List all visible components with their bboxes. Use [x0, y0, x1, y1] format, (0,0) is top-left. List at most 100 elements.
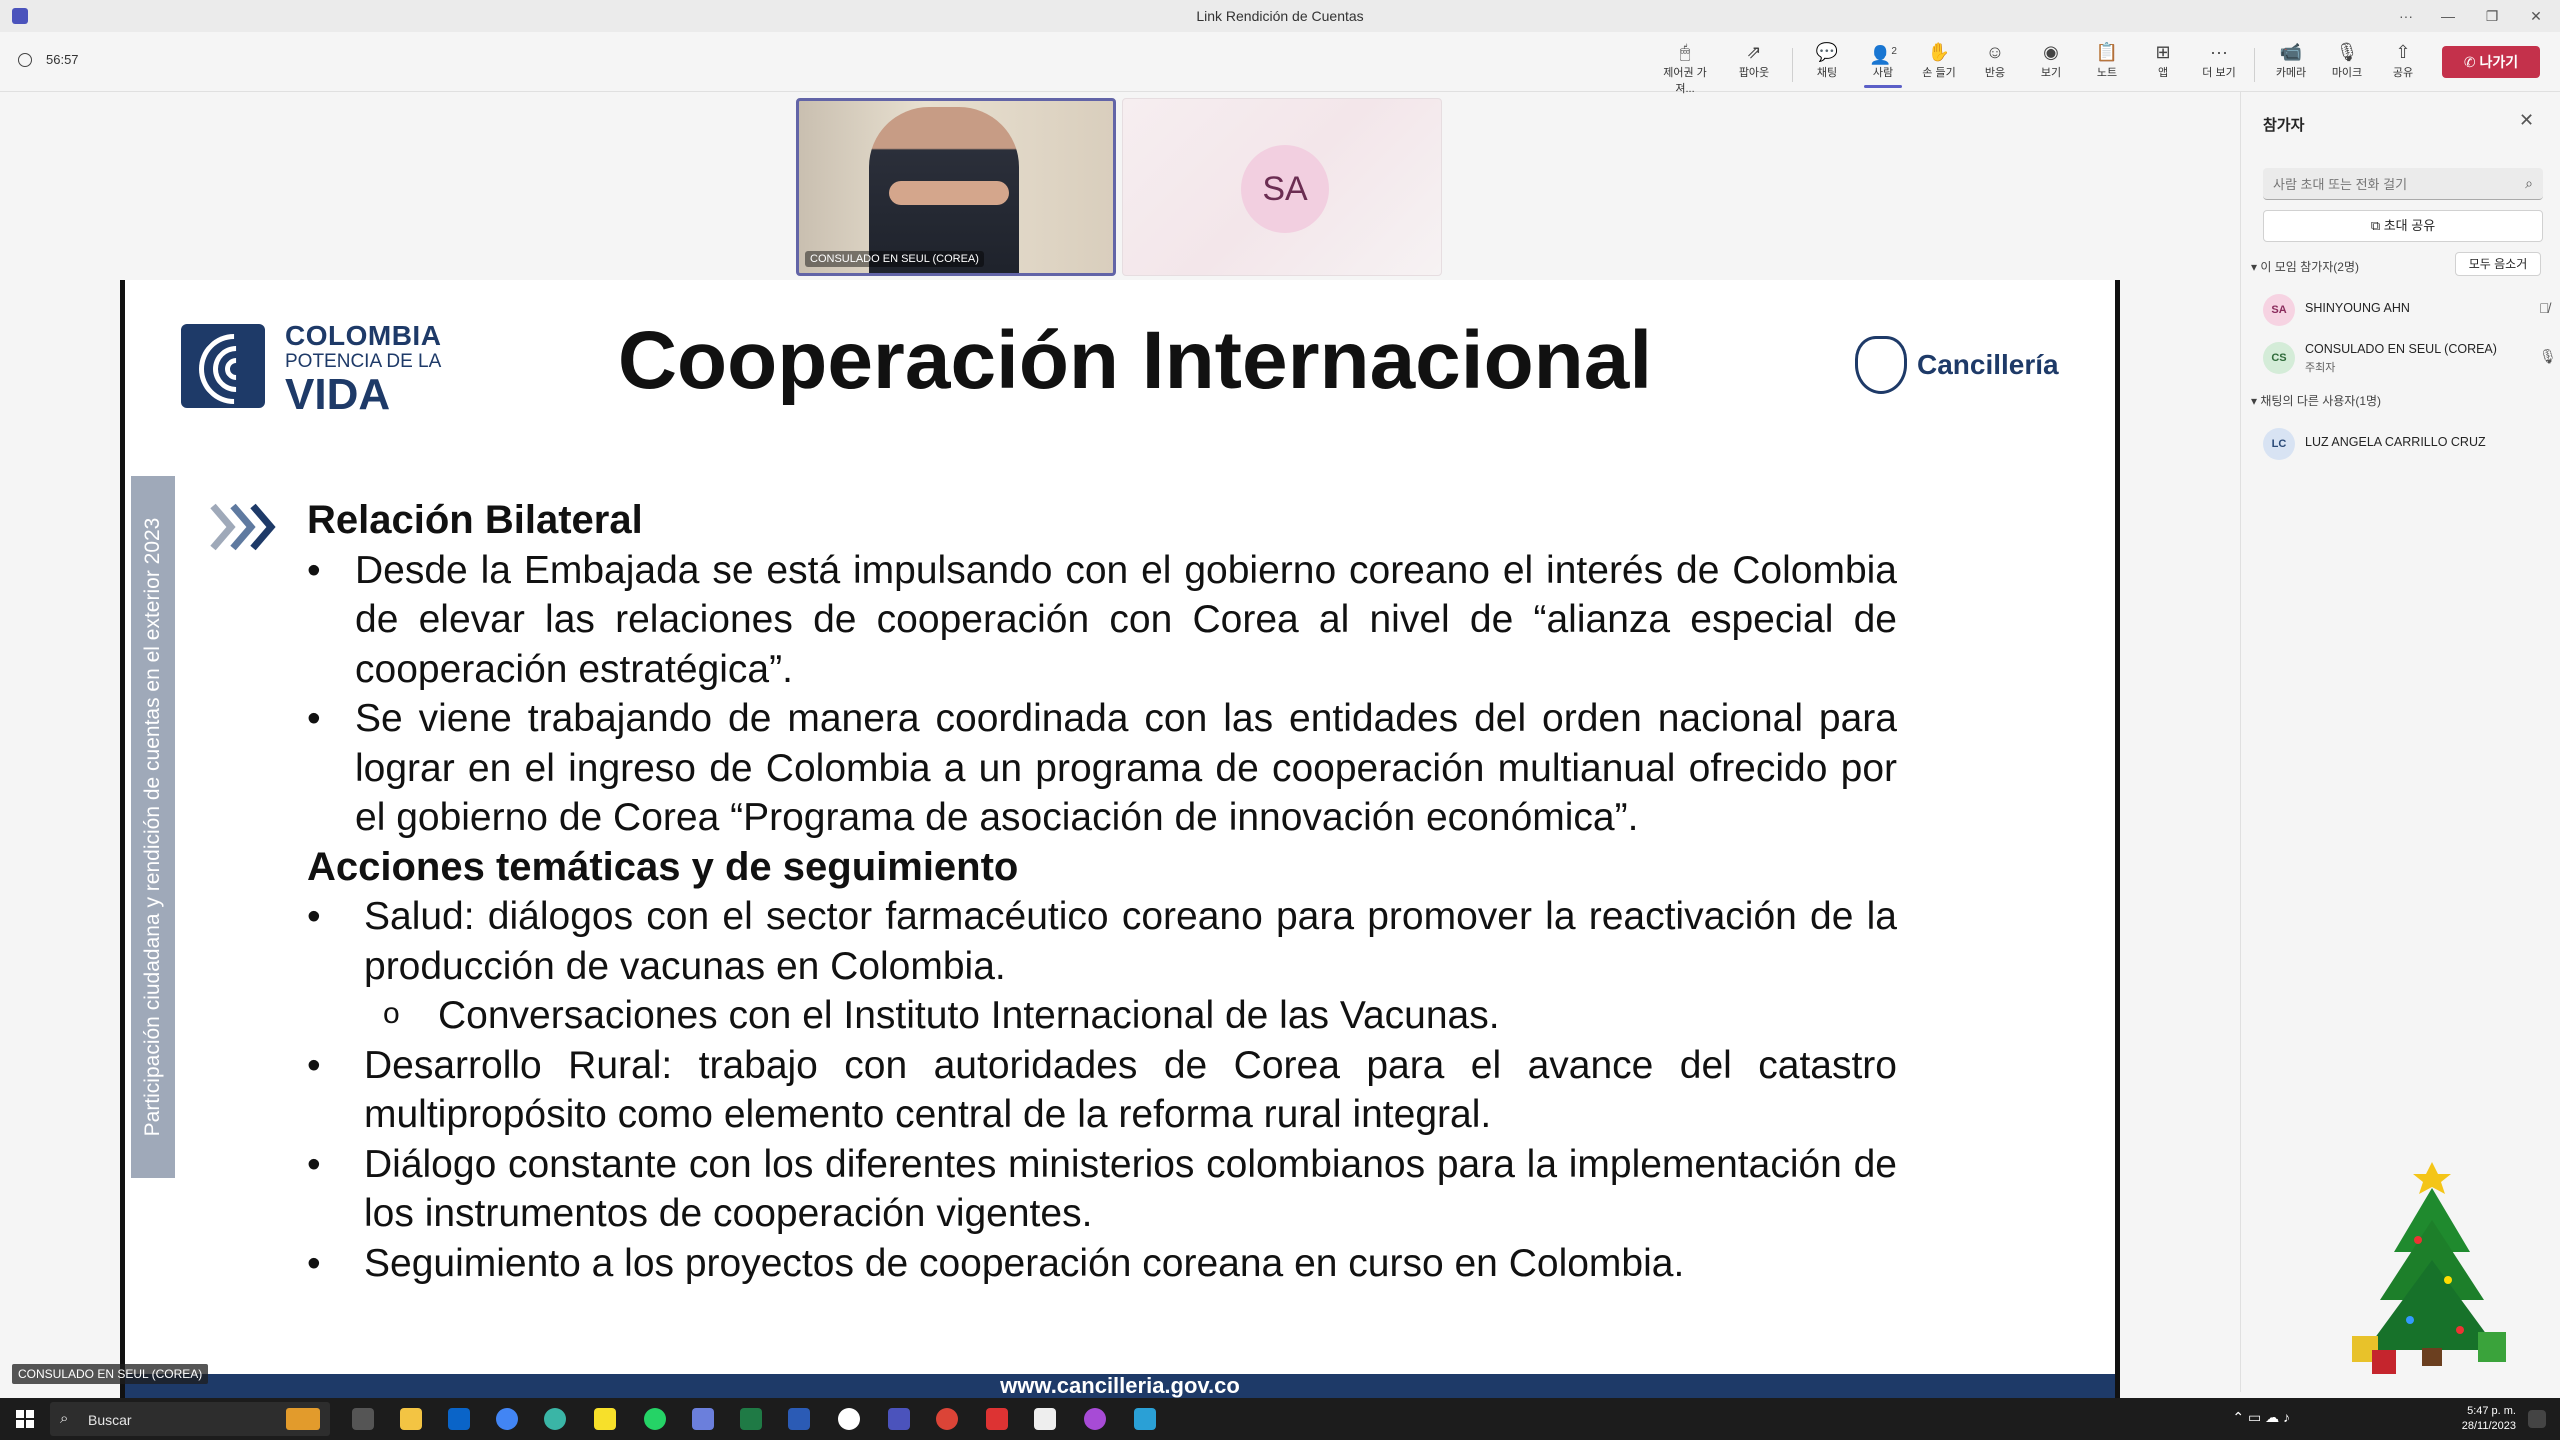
bullet: Se viene trabajando de manera coordinada…	[307, 694, 1897, 843]
clock[interactable]: 5:47 p. m. 28/11/2023	[2420, 1404, 2516, 1434]
video-tile-sa[interactable]: SA	[1122, 98, 1442, 276]
toolbar-divider	[1792, 48, 1793, 82]
share-link-icon: ⧉	[2370, 218, 2384, 233]
people-count: 2	[1891, 46, 1897, 57]
search-input[interactable]	[2273, 174, 2493, 194]
app-icon[interactable]	[1084, 1408, 1106, 1430]
camera-button[interactable]: 📹 카메라	[2264, 40, 2318, 86]
section-in-meeting[interactable]: ▾ 이 모임 참가자(2명)	[2251, 258, 2359, 275]
participant-role: 주최자	[2305, 362, 2336, 374]
mic-icon: 🎙	[2539, 348, 2557, 364]
kakaotalk-icon[interactable]	[594, 1408, 616, 1430]
notes-button[interactable]: 📋 노트	[2080, 40, 2134, 86]
sub-bullet: Conversaciones con el Instituto Internac…	[307, 989, 1897, 1041]
share-button[interactable]: ⇧ 공유	[2376, 40, 2430, 86]
christmas-tree-icon	[2352, 1162, 2506, 1374]
file-explorer-icon[interactable]	[400, 1408, 422, 1430]
whatsapp-icon[interactable]	[644, 1408, 666, 1430]
mute-all-button[interactable]: 모두 음소거	[2455, 252, 2541, 276]
timer-text: 56:57	[46, 52, 79, 67]
outlook-icon[interactable]	[448, 1408, 470, 1430]
meeting-timer: 56:57	[18, 52, 79, 67]
heading-acciones: Acciones temáticas y de seguimiento	[307, 844, 1019, 889]
share-invite-button[interactable]: ⧉ 초대 공유	[2263, 210, 2543, 242]
hand-icon: ✋	[1927, 42, 1951, 62]
search-icon: ⌕	[2525, 175, 2533, 191]
smiley-icon: ☺	[1985, 42, 2005, 62]
slide-side-banner: Participación ciudadana y rendición de c…	[131, 476, 175, 1178]
chevrons-icon	[210, 503, 276, 551]
participant-name: LUZ ANGELA CARRILLO CRUZ	[2305, 435, 2486, 449]
close-window-button[interactable]: ✕	[2518, 4, 2554, 28]
apps-button[interactable]: ⊞ 앱	[2136, 40, 2190, 86]
edge-icon[interactable]	[544, 1408, 566, 1430]
panel-title: 참가자	[2263, 117, 2305, 134]
windows-start-icon[interactable]	[16, 1410, 34, 1428]
task-view-icon[interactable]	[352, 1408, 374, 1430]
people-button[interactable]: 👤2 사람	[1856, 40, 1910, 88]
tile-name-label: CONSULADO EN SEUL (COREA)	[805, 251, 984, 267]
app-icon[interactable]	[986, 1408, 1008, 1430]
take-control-icon: 🖱	[1679, 42, 1691, 62]
notepad-icon[interactable]	[1034, 1408, 1056, 1430]
apps-icon: ⊞	[2155, 42, 2171, 62]
avatar: LC	[2263, 428, 2295, 460]
taskbar-search[interactable]: ⌕ Buscar	[50, 1402, 330, 1436]
mic-muted-icon: 🎙̸	[2539, 300, 2550, 316]
word-icon[interactable]	[788, 1408, 810, 1430]
take-control-button[interactable]: 🖱 제어권 가져...	[1658, 40, 1712, 95]
more-button[interactable]: ··· 더 보기	[2192, 40, 2246, 86]
video-tile-consulado[interactable]: CONSULADO EN SEUL (COREA)	[796, 98, 1116, 276]
popout-button[interactable]: ⇗ 팝아웃	[1727, 40, 1781, 86]
shield-icon	[18, 52, 32, 67]
meeting-toolbar: 56:57 🖱 제어권 가져... ⇗ 팝아웃 💬 채팅 👤2 사람 ✋ 손 들기 ☺ 반응…	[0, 32, 2560, 95]
maximize-button[interactable]: ❐	[2474, 4, 2510, 28]
bullet: Desarrollo Rural: trabajo con autoridade…	[307, 1041, 1897, 1140]
coat-of-arms-icon	[1855, 336, 1907, 394]
system-tray-icons[interactable]: ⌃ ▭ ☁ ♪	[2230, 1410, 2290, 1425]
participant-row[interactable]: CS CONSULADO EN SEUL (COREA) 주최자 🎙	[2263, 338, 2557, 378]
cancilleria-logo: Cancillería	[1855, 336, 2059, 394]
people-icon: 👤2	[1869, 45, 1897, 65]
raise-hand-button[interactable]: ✋ 손 들기	[1912, 40, 1966, 86]
participant-hands	[889, 181, 1009, 205]
bullet: Salud: diálogos con el sector farmacéuti…	[307, 892, 1897, 991]
reactions-button[interactable]: ☺ 반응	[1968, 40, 2022, 86]
presenter-label: CONSULADO EN SEUL (COREA)	[12, 1364, 209, 1384]
close-panel-icon[interactable]: ✕	[2519, 110, 2534, 131]
chat-button[interactable]: 💬 채팅	[1800, 40, 1854, 86]
shared-slide: Participación ciudadana y rendición de c…	[120, 280, 2120, 1398]
excel-icon[interactable]	[740, 1408, 762, 1430]
app-icon[interactable]	[692, 1408, 714, 1430]
view-button[interactable]: ◉ 보기	[2024, 40, 2078, 86]
mic-button[interactable]: 🎙 마이크	[2320, 40, 2374, 86]
search-icon: ⌕	[60, 1410, 69, 1427]
slide-title: Cooperación Internacional	[617, 315, 1653, 406]
leave-button[interactable]: ✆ 나가기	[2442, 46, 2540, 78]
section-others[interactable]: ▾ 채팅의 다른 사용자(1명)	[2251, 392, 2381, 409]
participant-row[interactable]: SA SHINYOUNG AHN 🎙̸	[2263, 290, 2551, 330]
avatar: CS	[2263, 342, 2295, 374]
mic-icon: 🎙	[2335, 42, 2359, 62]
slide-content: Relación Bilateral Desde la Embajada se …	[307, 496, 1897, 1288]
bullet: Diálogo constante con los diferentes min…	[307, 1140, 1897, 1239]
view-icon: ◉	[2043, 42, 2059, 62]
participant-name: SHINYOUNG AHN	[2305, 301, 2410, 315]
notifications-icon[interactable]	[2528, 1410, 2546, 1428]
invite-search-field[interactable]: ⌕	[2263, 168, 2543, 200]
avatar: SA	[2263, 294, 2295, 326]
teams-icon[interactable]	[888, 1408, 910, 1430]
avatar: SA	[1241, 145, 1329, 233]
chrome-icon[interactable]	[496, 1408, 518, 1430]
more-icon: ···	[2210, 42, 2228, 62]
participant-row[interactable]: LC LUZ ANGELA CARRILLO CRUZ	[2263, 424, 2551, 464]
window-title: Link Rendición de Cuentas	[1196, 8, 1364, 24]
app-icon[interactable]	[838, 1408, 860, 1430]
app-icon[interactable]	[1134, 1408, 1156, 1430]
more-options-button[interactable]: ···	[2388, 4, 2424, 28]
slide-footer-url: www.cancilleria.gov.co	[125, 1374, 2115, 1398]
minimize-button[interactable]: —	[2430, 4, 2466, 28]
bullet: Desde la Embajada se está impulsando con…	[307, 546, 1897, 695]
chrome-profile-icon[interactable]	[936, 1408, 958, 1430]
title-bar: Link Rendición de Cuentas ··· — ❐ ✕	[0, 0, 2560, 32]
